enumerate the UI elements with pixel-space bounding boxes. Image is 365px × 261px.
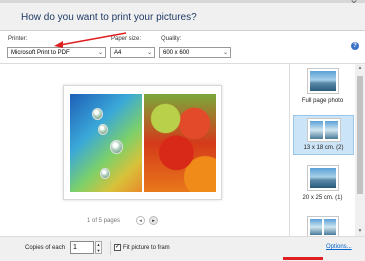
copies-label: Copies of each: [25, 245, 66, 251]
layout-label: Full page photo: [301, 98, 344, 104]
layout-thumbnail: [306, 165, 339, 191]
drop-shape: [110, 140, 123, 154]
layout-item-20x25[interactable]: 20 x 25 cm. (1): [293, 163, 352, 205]
previous-page-button[interactable]: ◂: [136, 216, 145, 225]
print-settings-bar: Printer: Microsoft Print to PDF ⌄ Paper …: [0, 31, 365, 64]
scroll-down-icon[interactable]: ▼: [355, 227, 365, 236]
options-link[interactable]: Options...: [326, 244, 352, 250]
preview-page: [63, 85, 222, 200]
landscape-image: [309, 121, 338, 139]
landscape-image: [309, 168, 336, 188]
layout-thumbnail: [306, 216, 339, 236]
separator: [110, 241, 111, 255]
layout-scrollbar[interactable]: ▲ ▼: [355, 64, 365, 236]
dialog-title: How do you want to print your pictures?: [21, 12, 197, 23]
drop-shape: [100, 168, 110, 179]
layout-item-13x18[interactable]: 13 x 18 cm. (2): [293, 115, 354, 155]
red-arrow-annotation: [54, 32, 127, 48]
scroll-up-icon[interactable]: ▲: [355, 64, 365, 73]
layout-item-full-page[interactable]: Full page photo: [293, 66, 352, 108]
copies-input[interactable]: 1: [70, 241, 94, 254]
fit-picture-checkbox[interactable]: ✓: [114, 244, 121, 251]
drop-shape: [92, 108, 103, 120]
quality-value: 600 x 600: [163, 50, 190, 56]
next-page-button[interactable]: ▸: [149, 216, 158, 225]
copies-stepper[interactable]: ▲ ▼: [95, 241, 102, 254]
chevron-down-icon: ⌄: [146, 50, 152, 56]
layout-thumbnail: [306, 118, 341, 142]
quality-label: Quality:: [161, 36, 182, 42]
chevron-down-icon: ⌄: [222, 50, 228, 56]
preview-photo-dewdrops: [70, 94, 142, 192]
print-preview-area: 1 of 5 pages ◂ ▸: [0, 64, 289, 236]
dialog-header: How do you want to print your pictures?: [0, 3, 365, 31]
layout-thumbnail: [306, 68, 339, 94]
quality-select[interactable]: 600 x 600 ⌄: [159, 47, 231, 58]
landscape-image: [309, 71, 336, 91]
layout-list: Full page photo 13 x 18 cm. (2) 20 x 25 …: [290, 64, 354, 236]
fit-picture-label: Fit picture to fram: [123, 245, 170, 251]
help-icon[interactable]: ?: [351, 42, 359, 50]
drop-shape: [98, 124, 108, 135]
layout-label: 20 x 25 cm. (1): [302, 195, 343, 201]
preview-photo-apples: [144, 94, 216, 192]
scrollbar-thumb[interactable]: [357, 76, 363, 194]
landscape-image: [309, 219, 336, 235]
page-counter: 1 of 5 pages: [87, 218, 121, 224]
layout-item-next[interactable]: [293, 214, 352, 236]
layout-label: 13 x 18 cm. (2): [303, 145, 344, 151]
printer-label: Printer:: [8, 36, 28, 42]
